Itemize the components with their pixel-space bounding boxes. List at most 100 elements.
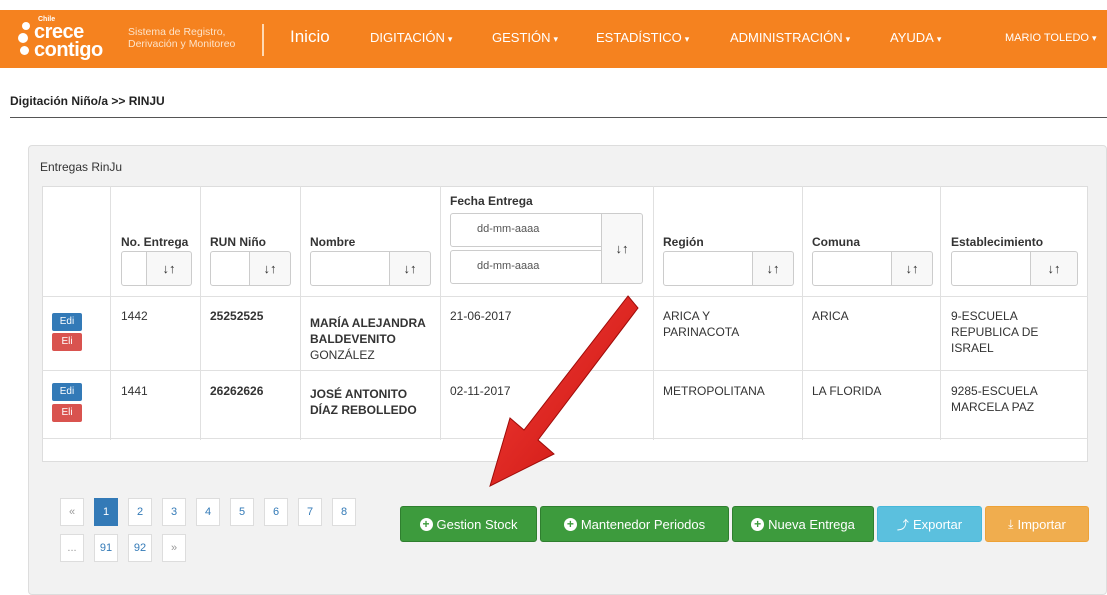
caret-down-icon: ▾ [845,34,851,44]
nueva-entrega-label: Nueva Entrega [768,516,855,532]
cell-estab-line-2: REPUBLICA DE [951,325,1039,339]
nav-ayuda[interactable]: AYUDA ▾ [890,30,941,45]
header-comuna: Comuna [812,235,860,249]
navbar-divider [262,24,264,56]
nav-estadistico[interactable]: ESTADÍSTICO ▾ [596,30,689,45]
cell-nombre-line-1: MARÍA ALEJANDRA [310,316,426,330]
cell-estab-line-3: ISRAEL [951,341,994,355]
plus-circle-icon: + [419,517,433,531]
pagination-next[interactable]: » [162,534,186,562]
column-divider [940,186,941,440]
top-navbar: Chile crece contigo Sistema de Registro,… [0,10,1107,68]
sort-fecha-button[interactable]: ↓↑ [601,213,643,284]
delete-row-button[interactable]: Eli [52,333,82,351]
nav-user-menu[interactable]: MARIO TOLEDO ▾ [1005,32,1096,44]
header-run-nino: RUN Niño [210,235,266,249]
nav-gestion-label: GESTIÓN [492,30,551,45]
crece-contigo-logo[interactable]: Chile crece contigo [12,16,112,64]
column-divider [110,186,111,440]
nav-gestion[interactable]: GESTIÓN ▾ [492,30,558,45]
subtitle-line-2: Derivación y Monitoreo [128,38,236,50]
nav-administracion-label: ADMINISTRACIÓN [730,30,843,45]
system-subtitle: Sistema de Registro, Derivación y Monito… [128,26,268,50]
gestion-stock-button[interactable]: + Gestion Stock [400,506,537,542]
column-divider [440,186,441,440]
breadcrumb-rule [10,117,1107,118]
page-3[interactable]: 3 [162,498,186,526]
nav-administracion[interactable]: ADMINISTRACIÓN ▾ [730,30,850,45]
column-divider [653,186,654,440]
fecha-desde-input[interactable]: dd-mm-aaaa [450,213,602,247]
column-divider [200,186,201,440]
delete-row-button[interactable]: Eli [52,404,82,422]
sort-icon: ↓↑ [615,241,629,256]
page-8[interactable]: 8 [332,498,356,526]
filter-region-input[interactable] [663,251,753,286]
nueva-entrega-button[interactable]: + Nueva Entrega [732,506,874,542]
page-92[interactable]: 92 [128,534,152,562]
filter-nombre-input[interactable] [310,251,390,286]
cell-run: 25252525 [210,309,264,323]
pagination-ellipsis: ... [60,534,84,562]
nav-inicio[interactable]: Inicio [290,27,330,47]
export-icon: ⤴ [896,517,909,532]
nav-digitacion-label: DIGITACIÓN [370,30,445,45]
nav-digitacion[interactable]: DIGITACIÓN ▾ [370,30,452,45]
pagination-prev[interactable]: « [60,498,84,526]
sort-region-button[interactable]: ↓↑ [752,251,794,286]
nav-ayuda-label: AYUDA [890,30,934,45]
caret-down-icon: ▾ [684,34,690,44]
cell-nombre-line-2: DÍAZ REBOLLEDO [310,403,417,417]
sort-icon: ↓↑ [263,261,277,276]
header-fecha-entrega: Fecha Entrega [450,194,533,208]
sort-icon: ↓↑ [1047,261,1061,276]
header-no-entrega: No. Entrega [121,235,189,249]
sort-run-button[interactable]: ↓↑ [249,251,291,286]
import-icon: ⤓ [1008,516,1014,531]
sort-icon: ↓↑ [162,261,176,276]
page-7[interactable]: 7 [298,498,322,526]
cell-comuna: LA FLORIDA [812,384,882,398]
sort-no-entrega-button[interactable]: ↓↑ [146,251,192,286]
edit-row-button[interactable]: Edi [52,313,82,331]
filter-no-entrega-input[interactable] [121,251,147,286]
sort-icon: ↓↑ [403,261,417,276]
logo-dots-icon [18,22,32,60]
cell-nombre-line-3: GONZÁLEZ [310,348,375,362]
caret-down-icon: ▾ [1091,33,1097,43]
header-nombre: Nombre [310,235,356,249]
cell-estab-line-1: 9285-ESCUELA [951,384,1038,398]
filter-comuna-input[interactable] [812,251,892,286]
mantenedor-periodos-button[interactable]: + Mantenedor Periodos [540,506,729,542]
page-91[interactable]: 91 [94,534,118,562]
breadcrumb: Digitación Niño/a >> RINJU [10,94,165,108]
subtitle-line-1: Sistema de Registro, [128,26,226,38]
exportar-label: Exportar [912,516,963,532]
sort-icon: ↓↑ [905,261,919,276]
page-6[interactable]: 6 [264,498,288,526]
cell-nombre-line-1: JOSÉ ANTONITO [310,387,408,401]
caret-down-icon: ▾ [936,34,942,44]
cell-run: 26262626 [210,384,264,398]
page-5[interactable]: 5 [230,498,254,526]
page-2[interactable]: 2 [128,498,152,526]
caret-down-icon: ▾ [553,34,559,44]
column-divider [300,186,301,440]
fecha-hasta-input[interactable]: dd-mm-aaaa [450,250,602,284]
pagination: « 1 2 3 4 5 6 7 8 ... 91 92 » [60,498,360,566]
sort-nombre-button[interactable]: ↓↑ [389,251,431,286]
page-4[interactable]: 4 [196,498,220,526]
logo-contigo-text: contigo [34,39,103,61]
sort-establecimiento-button[interactable]: ↓↑ [1030,251,1078,286]
nav-user-label: MARIO TOLEDO [1005,32,1089,44]
cell-comuna: ARICA [812,309,849,323]
cell-estab-line-2: MARCELA PAZ [951,400,1035,414]
sort-icon: ↓↑ [766,261,780,276]
edit-row-button[interactable]: Edi [52,383,82,401]
filter-establecimiento-input[interactable] [951,251,1031,286]
exportar-button[interactable]: ⤴ Exportar [877,506,982,542]
filter-run-input[interactable] [210,251,250,286]
page-1[interactable]: 1 [94,498,118,526]
sort-comuna-button[interactable]: ↓↑ [891,251,933,286]
importar-button[interactable]: ⤓ Importar [985,506,1089,542]
